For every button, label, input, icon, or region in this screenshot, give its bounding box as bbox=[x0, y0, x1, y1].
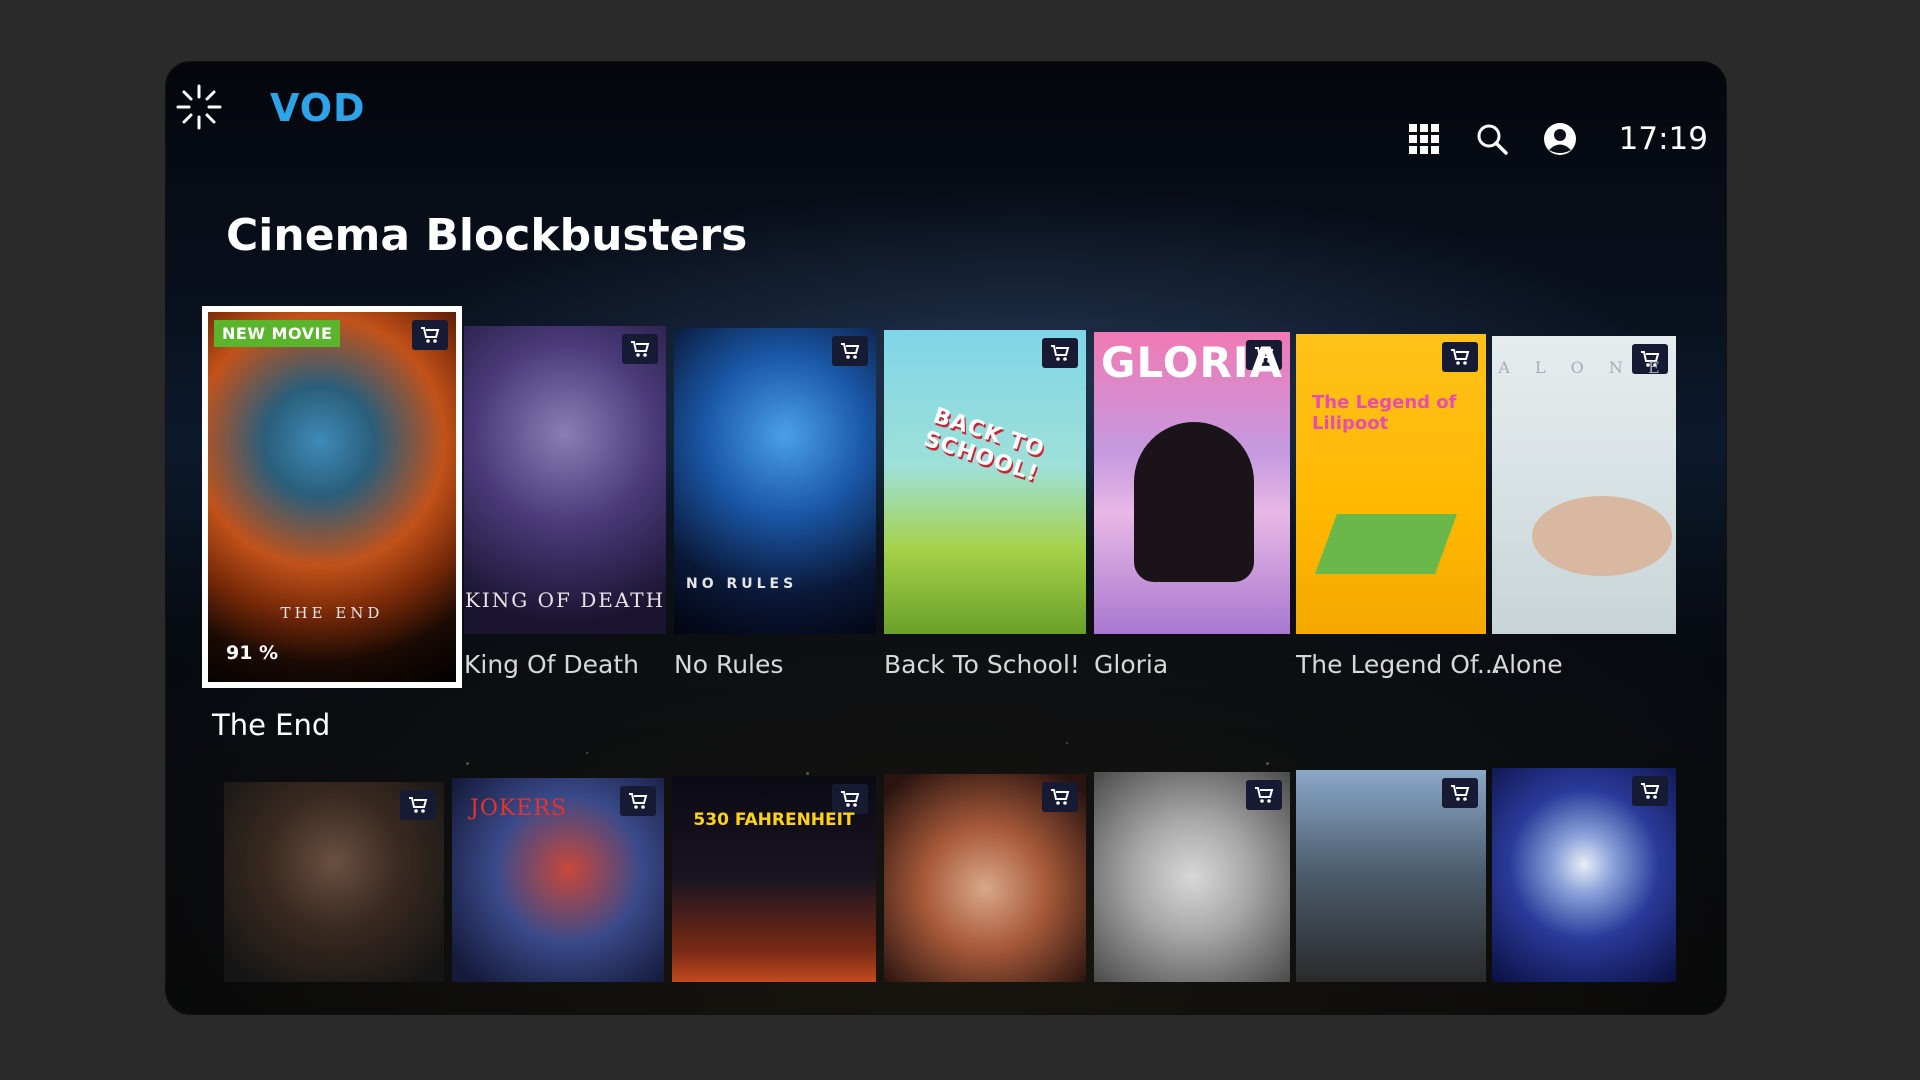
movie-card-gloria[interactable]: GLORIA Gloria bbox=[1094, 332, 1290, 679]
top-toolbar: 17:19 bbox=[1405, 120, 1708, 158]
poster-text: GLORIA bbox=[1101, 338, 1283, 387]
poster-legend-of-lilipoot: The Legend of Lilipoot bbox=[1296, 334, 1486, 634]
cart-icon[interactable] bbox=[832, 336, 868, 366]
city-light bbox=[1266, 762, 1269, 765]
cart-icon[interactable] bbox=[1042, 782, 1078, 812]
poster-text: BACK TO SCHOOL! bbox=[920, 403, 1048, 488]
cart-icon[interactable] bbox=[412, 320, 448, 350]
poster-island bbox=[1315, 514, 1457, 574]
movie-card[interactable] bbox=[224, 782, 444, 982]
focused-movie-title: The End bbox=[212, 708, 331, 742]
movie-card-alone[interactable]: A L O N E Alone bbox=[1492, 336, 1676, 679]
poster-text: The Legend of Lilipoot bbox=[1312, 392, 1457, 434]
tv-screen: VOD 17:19 Cinema Blockbusters NEW MOVIE … bbox=[166, 62, 1726, 1014]
movie-card-legend-of-lilipoot[interactable]: The Legend of Lilipoot The Legend Of... bbox=[1296, 334, 1501, 679]
poster-figure bbox=[1532, 496, 1672, 576]
poster-alone: A L O N E bbox=[1492, 336, 1676, 634]
cart-icon[interactable] bbox=[1042, 338, 1078, 368]
poster-gloria: GLORIA bbox=[1094, 332, 1290, 634]
poster bbox=[224, 782, 444, 982]
poster bbox=[1492, 768, 1676, 982]
movie-title: Back To School! bbox=[884, 650, 1080, 679]
poster-text: KING OF DEATH bbox=[464, 588, 666, 612]
sparkle-logo-icon[interactable] bbox=[174, 82, 224, 132]
cart-icon[interactable] bbox=[1442, 342, 1478, 372]
movie-card[interactable] bbox=[1492, 768, 1676, 982]
movie-card-no-rules[interactable]: NO RULES No Rules bbox=[674, 328, 876, 679]
movie-card-back-to-school[interactable]: BACK TO SCHOOL! Back To School! bbox=[884, 330, 1086, 679]
movie-title: The Legend Of... bbox=[1296, 650, 1501, 679]
poster-king-of-death: KING OF DEATH bbox=[464, 326, 666, 634]
cart-icon[interactable] bbox=[400, 790, 436, 820]
poster-the-end: NEW MOVIE THE END 91 % bbox=[202, 306, 462, 688]
watch-progress: 91 % bbox=[226, 642, 279, 664]
poster-text: A L O N E bbox=[1498, 358, 1670, 377]
movie-title: No Rules bbox=[674, 650, 784, 679]
poster bbox=[1296, 770, 1486, 982]
new-movie-badge: NEW MOVIE bbox=[214, 320, 341, 347]
poster-text: 530 FAHRENHEIT bbox=[693, 810, 855, 830]
movie-title: Alone bbox=[1492, 650, 1563, 679]
movie-card[interactable] bbox=[1296, 770, 1486, 982]
movie-card[interactable] bbox=[1094, 772, 1290, 982]
movie-title: Gloria bbox=[1094, 650, 1169, 679]
city-light bbox=[586, 752, 588, 754]
cart-icon[interactable] bbox=[1632, 776, 1668, 806]
brand-title: VOD bbox=[270, 86, 366, 130]
section-title: Cinema Blockbusters bbox=[226, 210, 748, 261]
poster: JOKERS bbox=[452, 778, 664, 982]
city-light bbox=[806, 772, 809, 775]
user-profile-icon[interactable] bbox=[1541, 120, 1579, 158]
movie-card-king-of-death[interactable]: KING OF DEATH King Of Death bbox=[464, 326, 666, 679]
movie-card-the-end[interactable]: NEW MOVIE THE END 91 % The End bbox=[202, 306, 462, 742]
city-light bbox=[1066, 742, 1068, 744]
city-light bbox=[466, 762, 469, 765]
cart-icon[interactable] bbox=[1442, 778, 1478, 808]
poster: 530 FAHRENHEIT bbox=[672, 776, 876, 982]
movie-card[interactable]: JOKERS bbox=[452, 778, 664, 982]
apps-grid-icon[interactable] bbox=[1405, 120, 1443, 158]
poster-figure bbox=[1134, 422, 1254, 582]
poster-text: THE END bbox=[280, 604, 384, 622]
search-icon[interactable] bbox=[1473, 120, 1511, 158]
poster bbox=[884, 774, 1086, 982]
movie-card[interactable] bbox=[884, 774, 1086, 982]
poster-no-rules: NO RULES bbox=[674, 328, 876, 634]
poster-back-to-school: BACK TO SCHOOL! bbox=[884, 330, 1086, 634]
clock: 17:19 bbox=[1618, 121, 1708, 157]
movie-card[interactable]: 530 FAHRENHEIT bbox=[672, 776, 876, 982]
poster-text: JOKERS bbox=[470, 796, 567, 821]
movie-title: King Of Death bbox=[464, 650, 640, 679]
poster-text: NO RULES bbox=[686, 576, 798, 592]
cart-icon[interactable] bbox=[622, 334, 658, 364]
cart-icon[interactable] bbox=[1246, 780, 1282, 810]
poster bbox=[1094, 772, 1290, 982]
